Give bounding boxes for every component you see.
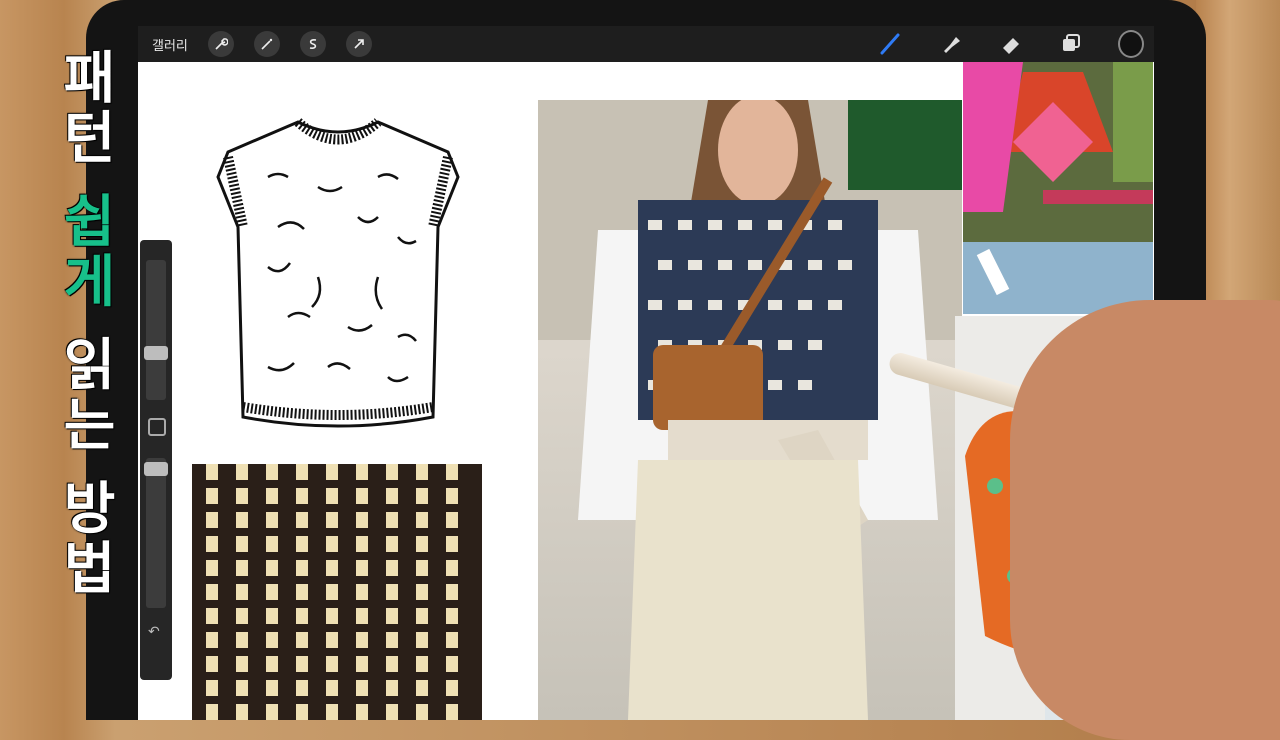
argyle-sweater-photo — [963, 62, 1153, 314]
magic-wand-icon[interactable] — [253, 31, 280, 57]
move-arrow-icon[interactable] — [345, 31, 372, 57]
procreate-toolbar: 갤러리 — [138, 26, 1154, 62]
brush-size-slider[interactable] — [146, 260, 166, 400]
runway-photo — [538, 100, 962, 720]
knit-swatch-photo — [192, 464, 482, 720]
layers-icon[interactable] — [1058, 31, 1084, 57]
overlay-title-highlight: 쉽게 — [52, 191, 117, 312]
color-icon[interactable] — [1118, 30, 1144, 58]
opacity-slider[interactable] — [146, 458, 166, 608]
hand — [1010, 300, 1280, 740]
opacity-handle[interactable] — [144, 462, 168, 476]
overlay-title-prefix: 패턴 — [52, 48, 117, 192]
vest-flat-sketch — [216, 118, 460, 428]
undo-button[interactable]: ↶ — [148, 624, 160, 640]
brush-icon[interactable] — [878, 31, 904, 57]
gallery-button[interactable]: 갤러리 — [152, 35, 188, 54]
eraser-icon[interactable] — [998, 31, 1024, 57]
brush-size-handle[interactable] — [144, 346, 168, 360]
selection-icon[interactable] — [299, 31, 326, 57]
eyedropper-button[interactable] — [148, 418, 166, 436]
overlay-title-suffix: 읽는 방법 — [52, 311, 117, 599]
side-slider-panel: ↶ — [140, 240, 172, 680]
smudge-icon[interactable] — [938, 31, 964, 57]
overlay-title: 패턴 쉽게 읽는 방법 — [52, 48, 117, 599]
wrench-icon[interactable] — [207, 31, 234, 57]
